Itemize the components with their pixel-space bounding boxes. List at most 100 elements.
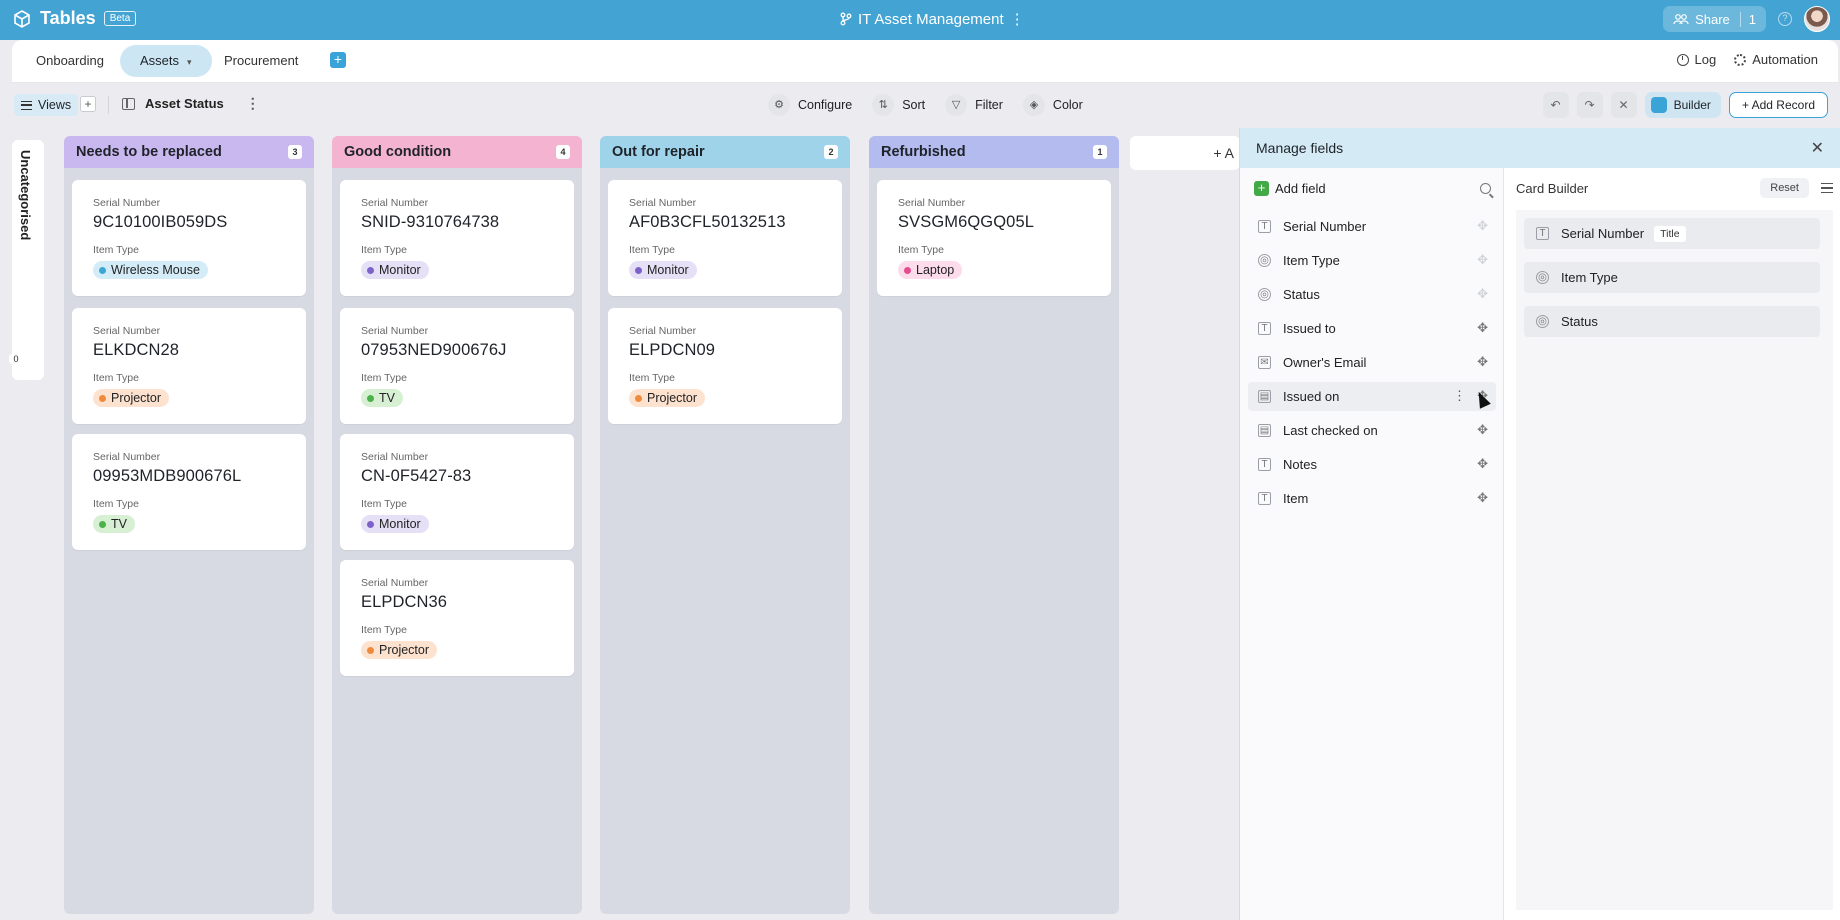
field-label: Owner's Email [1283, 355, 1367, 370]
record-card[interactable]: Serial Number AF0B3CFL50132513 Item Type Mo… [608, 180, 842, 296]
record-card[interactable]: Serial Number ELPDCN36 Item Type Projector [340, 560, 574, 676]
item-type-label: Item Type [361, 244, 407, 256]
redo-icon[interactable]: ↷ [1576, 92, 1603, 118]
column-header[interactable]: Good condition 4 [332, 136, 582, 168]
beta-badge: Beta [103, 11, 137, 26]
card-builder-field-label: Serial Number [1561, 226, 1645, 241]
tab-onboarding[interactable]: Onboarding [16, 45, 124, 77]
field-row[interactable]: ✉ Owner's Email ✥ [1248, 348, 1496, 377]
record-card[interactable]: Serial Number ELPDCN09 Item Type Projector [608, 308, 842, 424]
automation-button[interactable]: Automation [1734, 52, 1818, 67]
panel-title: Manage fields [1256, 140, 1344, 156]
builder-button[interactable]: Builder [1644, 92, 1721, 118]
kanban-column: Out for repair 2 Serial Number AF0B3CFL5013… [600, 136, 850, 914]
search-icon[interactable] [1480, 182, 1491, 194]
log-label: Log [1694, 52, 1717, 67]
add-field-button[interactable]: + Add field [1254, 180, 1326, 196]
fields-list: + Add field T Serial Number ✥ ◎ Item Type ✥ ◎ S… [1240, 168, 1504, 920]
drag-handle-icon[interactable]: ✥ [1477, 321, 1488, 335]
undo-icon[interactable]: ↶ [1542, 92, 1569, 118]
item-type-tag: Laptop [898, 261, 963, 279]
document-menu-icon[interactable]: ⋮ [1010, 10, 1025, 28]
item-type-label: Item Type [898, 244, 944, 256]
item-type-value: Laptop [916, 263, 955, 277]
field-row[interactable]: T Notes ✥ [1248, 450, 1496, 479]
column-header[interactable]: Needs to be replaced 3 [64, 136, 314, 168]
log-button[interactable]: Log [1676, 52, 1717, 67]
item-type-label: Item Type [361, 372, 407, 384]
document-title[interactable]: IT Asset Management ⋮ [840, 10, 1025, 28]
field-row[interactable]: ◎ Item Type ✥ [1248, 246, 1496, 275]
views-button[interactable]: Views [14, 94, 79, 116]
drag-handle-icon[interactable]: ✥ [1477, 355, 1488, 369]
drag-handle-icon[interactable]: ✥ [1477, 491, 1488, 505]
item-type-value: TV [379, 391, 395, 405]
close-icon[interactable]: ✕ [1811, 138, 1824, 158]
tab-procurement[interactable]: Procurement [204, 45, 318, 77]
filter-button[interactable]: ▽ Filter [945, 93, 1003, 117]
record-card[interactable]: Serial Number CN-0F5427-83 Item Type Monito… [340, 434, 574, 550]
card-builder-field[interactable]: T Serial Number Title [1524, 218, 1820, 249]
drag-handle-icon[interactable]: ✥ [1477, 287, 1488, 301]
column-header[interactable]: Refurbished 1 [869, 136, 1119, 168]
select-field-icon: ◎ [1536, 315, 1549, 328]
drag-handle-icon[interactable]: ✥ [1477, 423, 1488, 437]
brand[interactable]: Tables Beta [12, 8, 137, 29]
share-button[interactable]: Share 1 [1663, 6, 1766, 32]
text-field-icon: T [1258, 220, 1271, 233]
view-toolbar: Views + Asset Status ⋮ ⚙ Configure ⇅ Sor… [0, 88, 1840, 124]
add-tab-button[interactable]: + [330, 52, 346, 68]
email-field-icon: ✉ [1258, 356, 1271, 369]
item-type-value: Projector [647, 391, 698, 405]
item-type-value: Monitor [647, 263, 689, 277]
column-header[interactable]: Out for repair 2 [600, 136, 850, 168]
item-type-tag: TV [361, 389, 403, 407]
configure-button[interactable]: ⚙ Configure [768, 93, 852, 117]
configure-label: Configure [798, 98, 853, 112]
item-type-tag: Projector [629, 389, 706, 407]
card-builder-field[interactable]: ◎ Item Type [1524, 262, 1820, 293]
field-row[interactable]: ▤ Last checked on ✥ [1248, 416, 1496, 445]
view-menu-icon[interactable]: ⋮ [246, 95, 260, 112]
panel-header: Manage fields ✕ [1240, 128, 1840, 168]
reset-button[interactable]: Reset [1760, 178, 1809, 198]
help-icon[interactable]: ? [1778, 12, 1792, 26]
chevron-down-icon[interactable]: ▾ [187, 57, 192, 67]
card-builder-field-label: Status [1561, 314, 1598, 329]
add-view-button[interactable]: + [80, 96, 96, 112]
tab-assets[interactable]: Assets ▾ [120, 45, 212, 77]
field-row[interactable]: T Item ✥ [1248, 484, 1496, 513]
drag-handle-icon[interactable]: ✥ [1477, 457, 1488, 471]
tag-dot [635, 266, 642, 274]
record-card[interactable]: Serial Number SNID-9310764738 Item Type Mon… [340, 180, 574, 296]
uncategorised-column[interactable]: Uncategorised [12, 140, 44, 380]
field-row[interactable]: ▤ Issued on ⋮ ✥ [1248, 382, 1496, 411]
color-button[interactable]: ◈ Color [1022, 93, 1083, 117]
card-builder-field[interactable]: ◎ Status [1524, 306, 1820, 337]
sort-button[interactable]: ⇅ Sort [872, 93, 925, 117]
drag-handle-icon[interactable]: ✥ [1477, 219, 1488, 233]
add-column-button[interactable]: + A [1130, 136, 1240, 170]
current-view[interactable]: Asset Status ⋮ [122, 95, 260, 112]
field-row[interactable]: ◎ Status ✥ [1248, 280, 1496, 309]
manage-fields-panel: Manage fields ✕ + Add field T Serial Numb… [1239, 128, 1840, 920]
field-row[interactable]: T Serial Number ✥ [1248, 212, 1496, 241]
column-count: 4 [556, 145, 570, 159]
collapse-icon[interactable]: ✕ [1610, 92, 1637, 118]
app-name: Tables [40, 8, 96, 28]
item-type-value: Wireless Mouse [111, 263, 200, 277]
add-record-button[interactable]: + Add Record [1728, 92, 1828, 118]
column-title: Good condition [344, 144, 452, 160]
record-card[interactable]: Serial Number 07953NED900676J Item Type TV [340, 308, 574, 424]
settings-icon[interactable] [1821, 183, 1833, 193]
record-card[interactable]: Serial Number 09953MDB900676L Item Type TV [72, 434, 306, 550]
field-row[interactable]: T Issued to ✥ [1248, 314, 1496, 343]
record-card[interactable]: Serial Number ELKDCN28 Item Type Projector [72, 308, 306, 424]
record-card[interactable]: Serial Number 9C10100IB059DS Item Type Wire… [72, 180, 306, 296]
tag-dot [635, 394, 642, 402]
record-card[interactable]: Serial Number SVSGM6QGQ05L Item Type Laptop [877, 180, 1111, 296]
user-avatar[interactable] [1804, 6, 1830, 32]
people-icon [1673, 14, 1689, 25]
field-menu-icon[interactable]: ⋮ [1453, 388, 1466, 404]
drag-handle-icon[interactable]: ✥ [1477, 253, 1488, 267]
